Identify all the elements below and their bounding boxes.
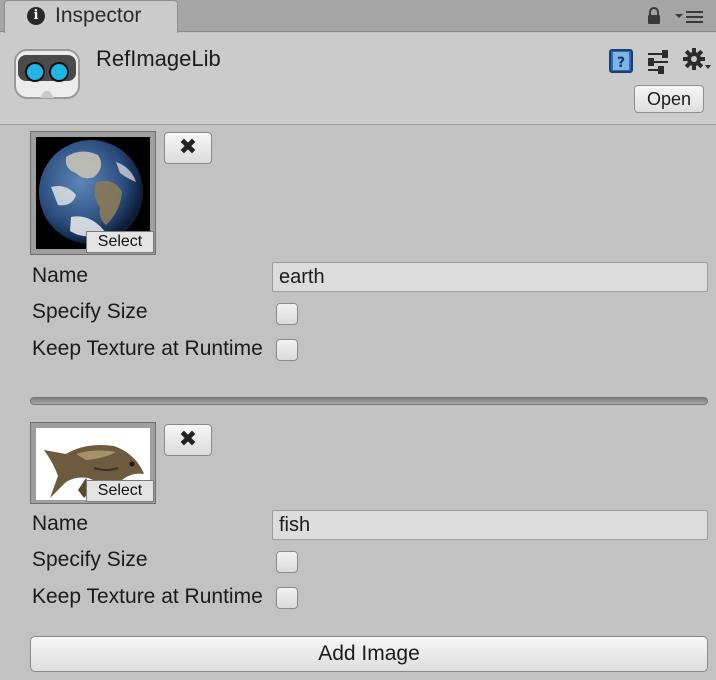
keep-texture-label: Keep Texture at Runtime — [32, 585, 263, 608]
gear-icon[interactable] — [682, 47, 712, 73]
select-button[interactable]: Select — [86, 480, 154, 502]
lock-icon[interactable] — [646, 7, 662, 25]
keep-texture-checkbox[interactable] — [276, 339, 298, 361]
help-icon[interactable]: ? — [608, 48, 634, 74]
asset-title: RefImageLib — [96, 46, 221, 71]
specify-size-checkbox[interactable] — [276, 551, 298, 573]
tab-label: Inspector — [55, 4, 142, 27]
name-label: Name — [32, 512, 89, 535]
sliders-icon[interactable] — [646, 48, 670, 74]
inspector-header: RefImageLib ? Open — [0, 33, 716, 125]
open-button[interactable]: Open — [634, 85, 704, 113]
keep-texture-label: Keep Texture at Runtime — [32, 337, 263, 360]
keep-texture-checkbox[interactable] — [276, 587, 298, 609]
specify-size-label: Specify Size — [32, 548, 148, 571]
svg-text:?: ? — [617, 55, 625, 71]
add-image-button[interactable]: Add Image — [30, 636, 708, 672]
name-field[interactable]: fish — [272, 510, 708, 540]
cardboard-viewer-icon — [14, 49, 80, 99]
image-thumbnail-earth[interactable]: Select — [30, 131, 156, 255]
image-thumbnail-fish[interactable]: Select — [30, 422, 156, 504]
select-button[interactable]: Select — [86, 231, 154, 253]
info-icon: i — [27, 7, 45, 25]
remove-image-button[interactable]: ✖ — [164, 132, 212, 164]
window-tab-bar: i Inspector — [0, 0, 716, 33]
remove-image-button[interactable]: ✖ — [164, 424, 212, 456]
inspector-tab[interactable]: i Inspector — [4, 0, 178, 33]
entry-separator — [30, 397, 708, 405]
specify-size-label: Specify Size — [32, 300, 148, 323]
specify-size-checkbox[interactable] — [276, 303, 298, 325]
menu-icon[interactable] — [674, 7, 704, 25]
name-field[interactable]: earth — [272, 262, 708, 292]
name-label: Name — [32, 264, 89, 287]
